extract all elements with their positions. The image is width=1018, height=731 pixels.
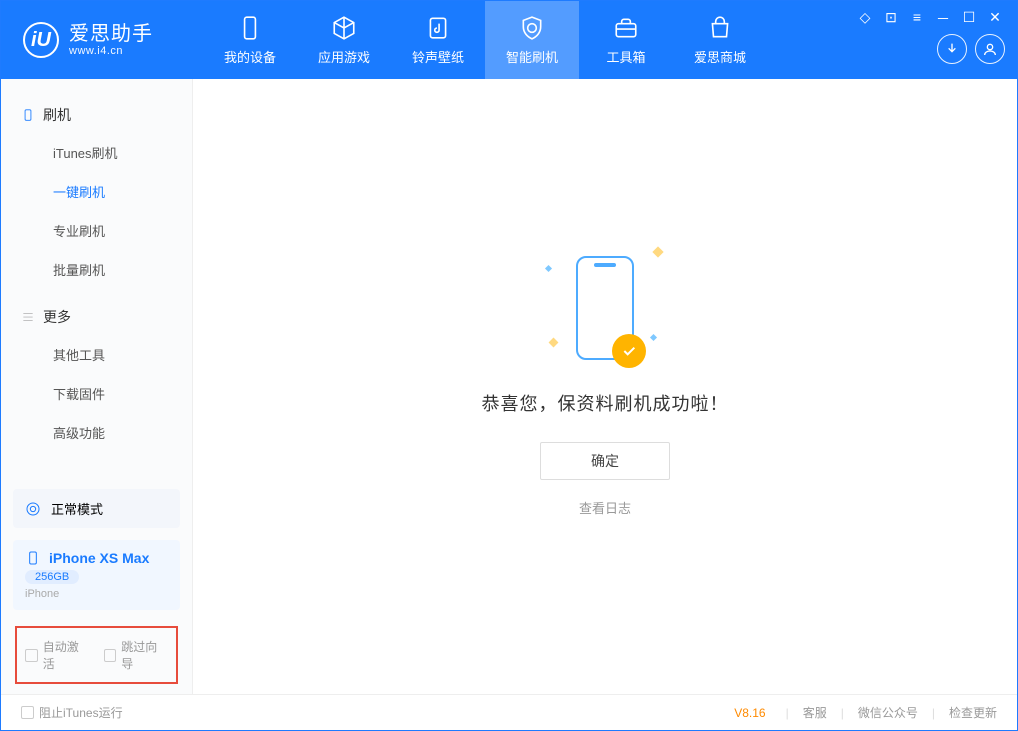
flash-options-highlighted: 自动激活 跳过向导: [15, 626, 178, 684]
update-link[interactable]: 检查更新: [949, 704, 997, 721]
phone-illustration: [576, 256, 634, 360]
ok-button[interactable]: 确定: [540, 442, 670, 480]
menu-icon[interactable]: ≡: [909, 9, 925, 29]
device-name: iPhone XS Max: [49, 550, 149, 566]
tab-flash[interactable]: 智能刷机: [485, 1, 579, 79]
feedback-icon[interactable]: ⊡: [883, 9, 899, 29]
device-info-card[interactable]: iPhone XS Max 256GB iPhone: [13, 540, 180, 610]
checkbox-icon: [104, 649, 117, 662]
checkbox-auto-activate[interactable]: 自动激活: [25, 638, 90, 672]
sidebar-section-flash: 刷机: [1, 97, 192, 133]
tab-label: 智能刷机: [506, 47, 558, 66]
toolbox-icon: [613, 15, 639, 41]
sidebar-item-other[interactable]: 其他工具: [1, 335, 192, 374]
app-subtitle: www.i4.cn: [69, 45, 153, 57]
tab-label: 爱思商城: [694, 47, 746, 66]
maximize-button[interactable]: ☐: [961, 9, 977, 29]
device-mode-label: 正常模式: [51, 499, 103, 518]
tab-device[interactable]: 我的设备: [203, 1, 297, 79]
app-logo: iU 爱思助手 www.i4.cn: [23, 22, 203, 58]
checkbox-block-itunes[interactable]: 阻止iTunes运行: [21, 704, 123, 721]
sidebar-item-firmware[interactable]: 下载固件: [1, 374, 192, 413]
download-button[interactable]: [937, 34, 967, 64]
device-capacity: 256GB: [25, 570, 79, 584]
close-button[interactable]: ✕: [987, 9, 1003, 29]
sidebar-item-oneclick[interactable]: 一键刷机: [1, 172, 192, 211]
tab-label: 应用游戏: [318, 47, 370, 66]
main-tabs: 我的设备 应用游戏 铃声壁纸 智能刷机 工具箱 爱思商城: [203, 1, 767, 79]
tab-apps[interactable]: 应用游戏: [297, 1, 391, 79]
device-mode-card[interactable]: 正常模式: [13, 489, 180, 528]
shield-sync-icon: [519, 15, 545, 41]
success-message: 恭喜您，保资料刷机成功啦！: [482, 390, 729, 416]
success-graphic: [576, 256, 634, 360]
phone-icon: [237, 15, 263, 41]
wechat-link[interactable]: 微信公众号: [858, 704, 918, 721]
support-link[interactable]: 客服: [803, 704, 827, 721]
sparkle-icon: [549, 338, 559, 348]
sidebar-section-more: 更多: [1, 299, 192, 335]
checkbox-skip-wizard[interactable]: 跳过向导: [104, 638, 169, 672]
main-content: 恭喜您，保资料刷机成功啦！ 确定 查看日志: [193, 79, 1017, 694]
bag-icon: [707, 15, 733, 41]
view-log-link[interactable]: 查看日志: [579, 498, 631, 517]
tab-store[interactable]: 爱思商城: [673, 1, 767, 79]
tab-label: 工具箱: [606, 47, 645, 66]
tab-label: 铃声壁纸: [412, 47, 464, 66]
version-label: V8.16: [734, 706, 765, 720]
app-title: 爱思助手: [69, 23, 153, 45]
sidebar-item-pro[interactable]: 专业刷机: [1, 211, 192, 250]
sidebar-item-itunes[interactable]: iTunes刷机: [1, 133, 192, 172]
sidebar-item-batch[interactable]: 批量刷机: [1, 250, 192, 289]
phone-outline-icon: [21, 108, 35, 122]
tab-ringtone[interactable]: 铃声壁纸: [391, 1, 485, 79]
user-button[interactable]: [975, 34, 1005, 64]
minimize-button[interactable]: －: [935, 9, 951, 29]
app-window: ◇ ⊡ ≡ － ☐ ✕ iU 爱思助手 www.i4.cn 我的设备 应用游戏: [0, 0, 1018, 731]
phone-small-icon: [25, 550, 41, 566]
checkbox-icon: [25, 649, 38, 662]
device-type: iPhone: [25, 588, 168, 600]
shirt-icon[interactable]: ◇: [857, 9, 873, 29]
separator: |: [932, 706, 935, 720]
checkbox-icon: [21, 706, 34, 719]
checkbox-label: 跳过向导: [121, 638, 168, 672]
sparkle-icon: [650, 334, 657, 341]
window-controls: ◇ ⊡ ≡ － ☐ ✕: [857, 9, 1003, 29]
sparkle-icon: [545, 265, 552, 272]
sidebar-item-advanced[interactable]: 高级功能: [1, 413, 192, 452]
tab-label: 我的设备: [224, 47, 276, 66]
separator: |: [786, 706, 789, 720]
separator: |: [841, 706, 844, 720]
tab-toolbox[interactable]: 工具箱: [579, 1, 673, 79]
body: 刷机 iTunes刷机 一键刷机 专业刷机 批量刷机 更多 其他工具 下载固件 …: [1, 79, 1017, 694]
sparkle-icon: [652, 246, 663, 257]
sidebar: 刷机 iTunes刷机 一键刷机 专业刷机 批量刷机 更多 其他工具 下载固件 …: [1, 79, 193, 694]
status-bar: 阻止iTunes运行 V8.16 | 客服 | 微信公众号 | 检查更新: [1, 694, 1017, 730]
success-badge-icon: [612, 334, 646, 368]
checkbox-label: 自动激活: [43, 638, 90, 672]
sidebar-section-title: 刷机: [43, 105, 71, 125]
sync-icon: [25, 501, 41, 517]
music-file-icon: [425, 15, 451, 41]
checkbox-label: 阻止iTunes运行: [39, 704, 123, 721]
sidebar-section-title: 更多: [43, 307, 71, 327]
cube-icon: [331, 15, 357, 41]
list-icon: [21, 310, 35, 324]
logo-icon: iU: [23, 22, 59, 58]
